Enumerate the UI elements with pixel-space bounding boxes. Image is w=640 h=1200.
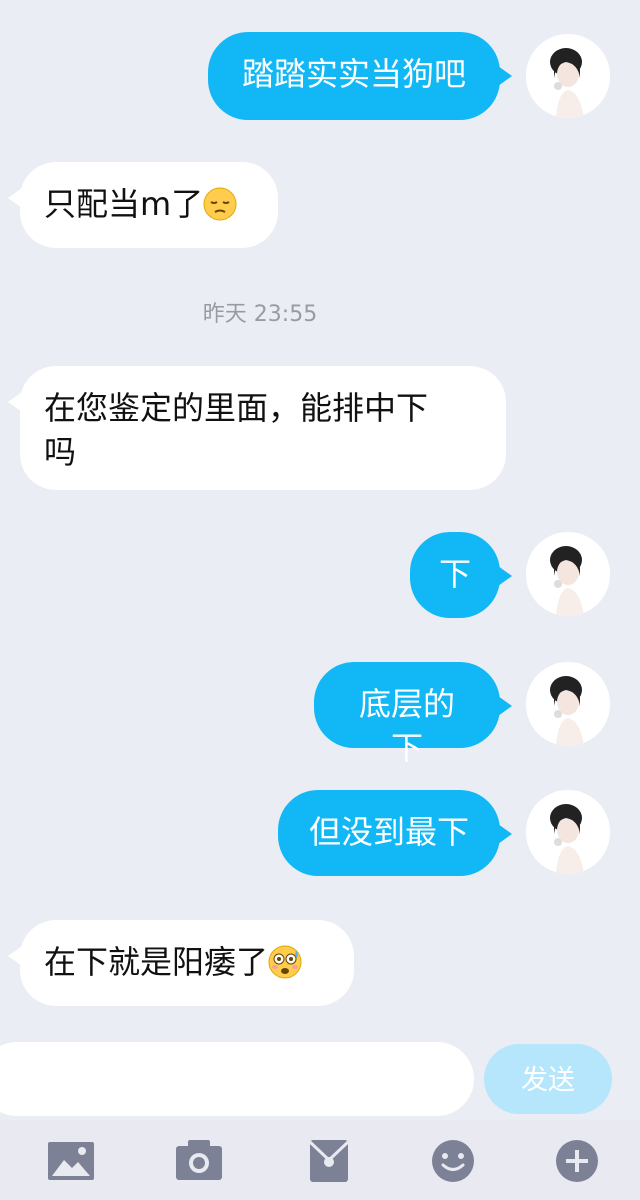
- message-row-outgoing: 下: [0, 532, 640, 622]
- bubble-tail: [498, 66, 512, 86]
- emoji-icon[interactable]: [430, 1138, 480, 1184]
- chat-thread[interactable]: 踏踏实实当狗吧 只配当m了 昨天 23:55 在您鉴定的里面，能排中下 吗 下: [0, 0, 640, 1030]
- user-avatar[interactable]: [526, 662, 610, 746]
- message-row-outgoing: 底层的下: [0, 662, 640, 767]
- red-packet-icon[interactable]: [304, 1138, 354, 1184]
- message-input[interactable]: [0, 1042, 474, 1116]
- message-bubble-outgoing[interactable]: 踏踏实实当狗吧: [208, 32, 500, 120]
- timestamp-label: 昨天 23:55: [202, 302, 318, 327]
- avatar-portrait-icon: [526, 34, 610, 118]
- flushed-sweat-emoji: [268, 945, 302, 979]
- message-text: 在下就是阳痿了: [44, 943, 269, 981]
- message-text: 只配当m了: [44, 185, 204, 223]
- send-button[interactable]: 发送: [484, 1044, 612, 1114]
- message-composer: 发送: [0, 1040, 640, 1120]
- message-bubble-incoming[interactable]: 在下就是阳痿了: [20, 920, 354, 1006]
- plus-icon[interactable]: [554, 1138, 604, 1184]
- message-bubble-outgoing[interactable]: 但没到最下: [278, 790, 500, 876]
- message-row-outgoing: 踏踏实实当狗吧: [0, 32, 640, 122]
- avatar-portrait-icon: [526, 662, 610, 746]
- message-bubble-incoming[interactable]: 只配当m了: [20, 162, 278, 248]
- bubble-tail: [498, 696, 512, 716]
- user-avatar[interactable]: [526, 532, 610, 616]
- message-row-outgoing: 但没到最下: [0, 790, 640, 880]
- camera-icon[interactable]: [174, 1138, 224, 1184]
- bottom-toolbar: [0, 1120, 640, 1200]
- message-bubble-incoming[interactable]: 在您鉴定的里面，能排中下 吗: [20, 366, 506, 490]
- avatar-portrait-icon: [526, 790, 610, 874]
- avatar-portrait-icon: [526, 532, 610, 616]
- message-row-incoming: 只配当m了: [0, 162, 640, 252]
- message-row-incoming: 在您鉴定的里面，能排中下 吗: [0, 366, 640, 492]
- image-icon[interactable]: [46, 1138, 96, 1184]
- message-bubble-outgoing[interactable]: 下: [410, 532, 500, 618]
- user-avatar[interactable]: [526, 34, 610, 118]
- message-row-incoming: 在下就是阳痿了: [0, 920, 640, 1010]
- user-avatar[interactable]: [526, 790, 610, 874]
- message-bubble-outgoing[interactable]: 底层的下: [314, 662, 500, 767]
- bubble-tail: [498, 824, 512, 844]
- pensive-face-emoji: [203, 187, 237, 221]
- bubble-tail: [498, 566, 512, 586]
